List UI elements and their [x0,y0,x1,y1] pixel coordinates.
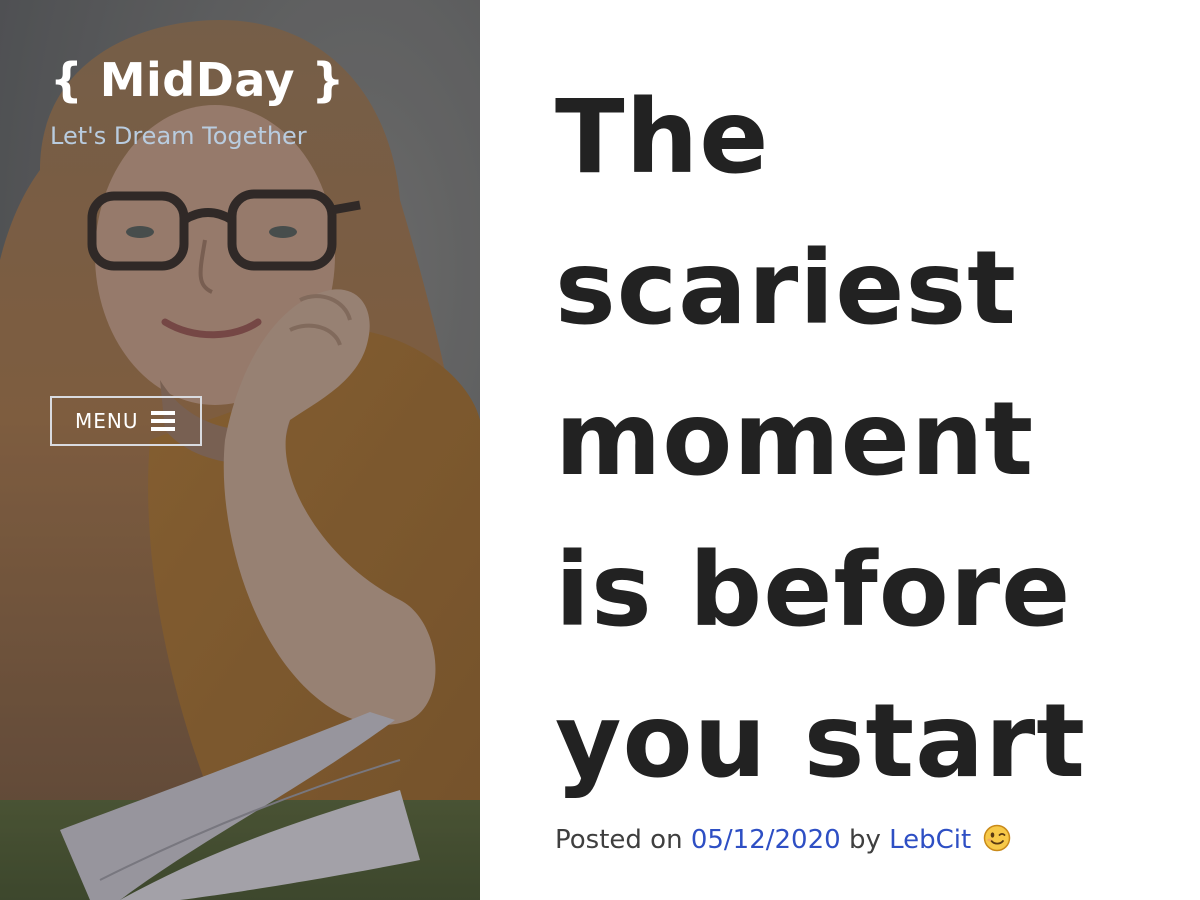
by-label: by [848,825,881,855]
winking-face-emoji-icon [984,824,1011,852]
post-meta: Posted on 05/12/2020 by LebCit [555,822,1011,858]
main-content: The scariest moment is before you start … [480,0,1200,900]
site-tagline: Let's Dream Together [50,122,307,150]
author-link[interactable]: LebCit [889,825,971,855]
site-header: { MidDay } Let's Dream Together MENU [0,0,480,900]
post-title: The scariest moment is before you start [555,78,1087,801]
posted-on-label: Posted on [555,825,683,855]
site-title-link[interactable]: { MidDay } [50,52,345,108]
menu-button-label: MENU [75,409,139,433]
post-date-link[interactable]: 05/12/2020 [691,825,841,855]
page: { MidDay } Let's Dream Together MENU The… [0,0,1200,900]
hamburger-icon [150,410,175,432]
menu-toggle-button[interactable]: MENU [50,396,202,446]
